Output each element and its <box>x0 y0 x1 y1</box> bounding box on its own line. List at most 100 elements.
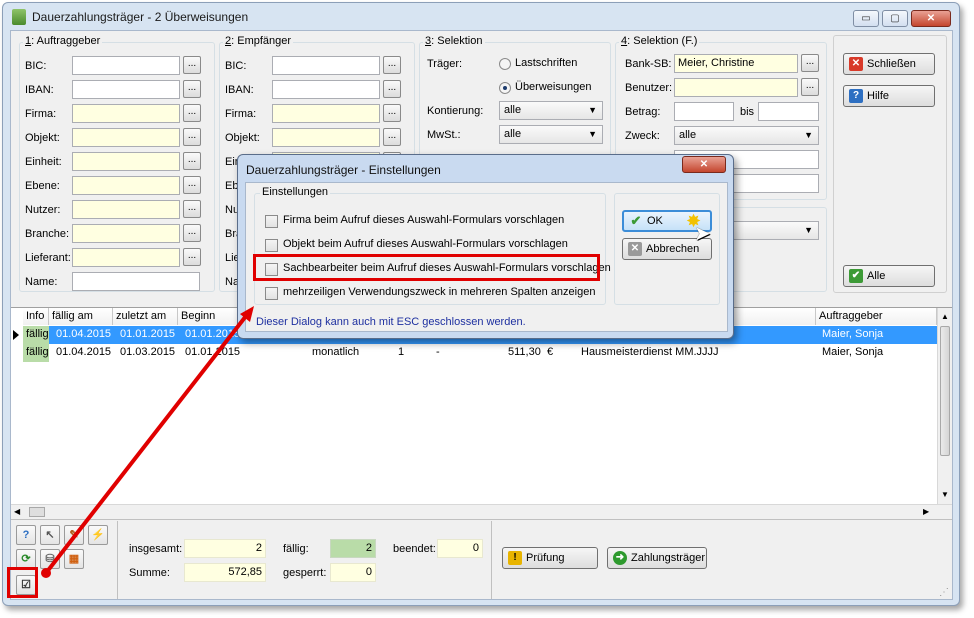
highlight-sachbearbeiter-option <box>253 254 600 281</box>
cell-waehrung: € <box>547 346 554 358</box>
auftraggeber-field-input[interactable] <box>72 200 180 219</box>
kontierung-select[interactable]: alle ▼ <box>499 101 603 120</box>
radio-lastschriften[interactable] <box>499 58 511 70</box>
auftraggeber-field-input[interactable] <box>72 104 180 123</box>
radio-lastschriften-label[interactable]: Lastschriften <box>515 57 577 69</box>
auftraggeber-field-label: Branche: <box>25 228 70 240</box>
dialog-close-button[interactable]: ✕ <box>682 156 726 173</box>
col-header-auftraggeber[interactable]: Auftraggeber <box>816 308 937 325</box>
col-header-zuletzt-am[interactable]: zuletzt am <box>113 308 178 325</box>
resize-grip-icon[interactable]: ⋰ <box>939 587 949 598</box>
database-tool-button[interactable]: ⛁ <box>40 549 60 569</box>
radio-ueberweisungen[interactable] <box>499 82 511 94</box>
auftraggeber-field-input[interactable] <box>72 56 180 75</box>
auftraggeber-lookup-button[interactable]: ... <box>183 80 201 98</box>
minimize-icon: ▭ <box>861 13 871 24</box>
horizontal-scrollbar[interactable]: ◀ ▶ <box>11 504 952 519</box>
auftraggeber-lookup-button[interactable]: ... <box>183 248 201 266</box>
auftraggeber-lookup-button[interactable]: ... <box>183 152 201 170</box>
cell-faellig-am: 01.04.2015 <box>56 346 112 358</box>
auftraggeber-field-input[interactable] <box>72 128 180 147</box>
auftraggeber-field-label: Lieferant: <box>25 252 71 264</box>
traeger-label: Träger: <box>427 58 463 70</box>
empfaenger-lookup-button[interactable]: ... <box>383 56 401 74</box>
betrag-from-field[interactable] <box>674 102 734 121</box>
empfaenger-lookup-button[interactable]: ... <box>383 80 401 98</box>
auftraggeber-field-input[interactable] <box>72 224 180 243</box>
auftraggeber-field-input[interactable] <box>72 272 200 291</box>
footer-mid-sep <box>491 521 492 599</box>
hilfe-button[interactable]: ? Hilfe <box>843 85 935 107</box>
auftraggeber-field-label: BIC: <box>25 60 47 72</box>
auftraggeber-lookup-button[interactable]: ... <box>183 56 201 74</box>
scroll-down-icon[interactable]: ▼ <box>941 490 949 499</box>
zweck-select[interactable]: alle ▼ <box>674 126 819 145</box>
zahlungstraeger-button[interactable]: ➜ Zahlungsträger <box>607 547 707 569</box>
cancel-x-icon: ✕ <box>628 242 642 256</box>
maximize-button[interactable]: ▢ <box>882 10 908 27</box>
scroll-right-icon[interactable]: ▶ <box>923 507 929 516</box>
window-title: Dauerzahlungsträger - 2 Überweisungen <box>32 10 249 24</box>
auftraggeber-lookup-button[interactable]: ... <box>183 176 201 194</box>
zweck-label: Zweck: <box>625 130 660 142</box>
empfaenger-lookup-button[interactable]: ... <box>383 128 401 146</box>
option-firma-label[interactable]: Firma beim Aufruf dieses Auswahl-Formula… <box>283 214 564 226</box>
table-row[interactable]: fällig 01.04.2015 01.03.2015 01.01.2015 … <box>11 344 937 362</box>
auftraggeber-field-input[interactable] <box>72 176 180 195</box>
kontierung-label: Kontierung: <box>427 105 484 117</box>
h-scroll-thumb[interactable] <box>29 507 45 517</box>
option-objekt-label[interactable]: Objekt beim Aufruf dieses Auswahl-Formul… <box>283 238 568 250</box>
gesperrt-field: 0 <box>330 563 376 582</box>
cell-auftraggeber: Maier, Sonja <box>822 328 884 340</box>
empfaenger-field-input[interactable] <box>272 128 380 147</box>
minimize-button[interactable]: ▭ <box>853 10 879 27</box>
highlight-settings-button <box>7 567 38 598</box>
benutzer-field[interactable] <box>674 78 798 97</box>
scroll-thumb[interactable] <box>940 326 950 456</box>
cursor-tool-button[interactable]: ↖ <box>40 525 60 545</box>
col-header-faellig-am[interactable]: fällig am <box>49 308 113 325</box>
banksb-lookup-button[interactable]: ... <box>801 54 819 72</box>
grid-tool-button[interactable]: ▦ <box>64 549 84 569</box>
option-mehrzeilig-label[interactable]: mehrzeiligen Verwendungszweck in mehrere… <box>283 286 595 298</box>
lightning-tool-button[interactable]: ⚡ <box>88 525 108 545</box>
auftraggeber-lookup-button[interactable]: ... <box>183 128 201 146</box>
cell-auftraggeber: Maier, Sonja <box>822 346 884 358</box>
col-header-beginn[interactable]: Beginn <box>178 308 242 325</box>
scroll-left-icon[interactable]: ◀ <box>14 507 20 516</box>
banksb-field[interactable]: Meier, Christine <box>674 54 798 73</box>
auftraggeber-field-input[interactable] <box>72 248 180 267</box>
cell-faellig-am: 01.04.2015 <box>56 328 112 340</box>
auftraggeber-lookup-button[interactable]: ... <box>183 104 201 122</box>
benutzer-lookup-button[interactable]: ... <box>801 78 819 96</box>
auftraggeber-lookup-button[interactable]: ... <box>183 200 201 218</box>
alle-button[interactable]: ✔ Alle <box>843 265 935 287</box>
empfaenger-field-input[interactable] <box>272 80 380 99</box>
empfaenger-lookup-button[interactable]: ... <box>383 104 401 122</box>
auftraggeber-lookup-button[interactable]: ... <box>183 224 201 242</box>
auftraggeber-field-input[interactable] <box>72 80 180 99</box>
option-objekt-checkbox[interactable] <box>265 239 278 252</box>
col-header-info[interactable]: Info <box>23 308 49 325</box>
schliessen-button[interactable]: ✕ Schließen <box>843 53 935 75</box>
summe-label: Summe: <box>129 567 170 579</box>
auftraggeber-field-input[interactable] <box>72 152 180 171</box>
close-button[interactable]: ✕ <box>911 10 951 27</box>
empfaenger-field-input[interactable] <box>272 56 380 75</box>
mwst-select[interactable]: alle ▼ <box>499 125 603 144</box>
betrag-to-field[interactable] <box>758 102 819 121</box>
help-tool-button[interactable]: ? <box>16 525 36 545</box>
pruefung-button[interactable]: ! Prüfung <box>502 547 598 569</box>
edit-tool-button[interactable]: ✎ <box>64 525 84 545</box>
cell-beginn: 01.01.2015 <box>185 328 241 340</box>
beendet-field: 0 <box>437 539 483 558</box>
vertical-scrollbar[interactable]: ▲ ▼ <box>937 308 952 504</box>
option-firma-checkbox[interactable] <box>265 215 278 228</box>
scroll-up-icon[interactable]: ▲ <box>941 312 949 321</box>
cell-beginn: 01.01.2015 <box>185 346 241 358</box>
option-mehrzeilig-checkbox[interactable] <box>265 287 278 300</box>
insgesamt-field: 2 <box>184 539 266 558</box>
empfaenger-field-input[interactable] <box>272 104 380 123</box>
radio-ueberweisungen-label[interactable]: Überweisungen <box>515 81 591 93</box>
refresh-tool-button[interactable]: ⟳ <box>16 549 36 569</box>
